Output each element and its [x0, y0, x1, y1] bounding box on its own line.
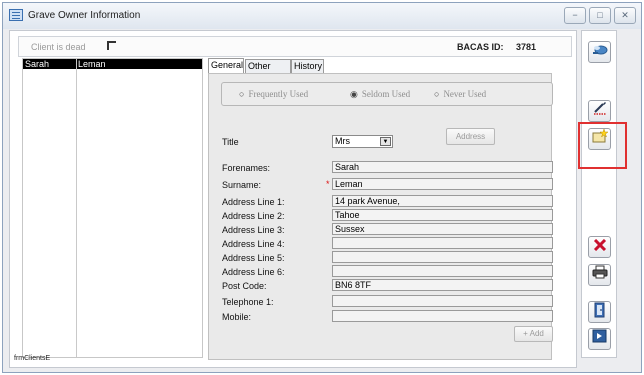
- radio-never-used[interactable]: ○ Never Used: [434, 89, 486, 99]
- new-record-highlight-box: [578, 122, 627, 169]
- address-line-2-field[interactable]: Tahoe: [332, 209, 553, 221]
- search-client-icon: [592, 45, 608, 59]
- address-button[interactable]: Address: [446, 128, 495, 145]
- close-button[interactable]: ✕: [614, 7, 636, 24]
- address-line-1-field[interactable]: 14 park Avenue,: [332, 195, 553, 207]
- radio-empty-icon: ○: [434, 89, 440, 99]
- title-label: Title: [222, 137, 239, 147]
- mobile-field[interactable]: [332, 310, 553, 322]
- telephone-1-field[interactable]: [332, 295, 553, 307]
- form-body: Client is dead BACAS ID: 3781 Sarah Lema…: [9, 30, 577, 368]
- title-select[interactable]: Mrs ▼: [332, 135, 393, 148]
- telephone-1-label: Telephone 1:: [222, 297, 274, 307]
- delete-x-icon: [593, 238, 607, 254]
- post-code-label: Post Code:: [222, 281, 267, 291]
- delete-button[interactable]: [588, 236, 611, 258]
- maximize-button[interactable]: □: [589, 7, 611, 24]
- radio-label: Never Used: [443, 89, 487, 99]
- tab-other-info[interactable]: Other Info: [245, 59, 291, 83]
- close-form-button[interactable]: [588, 328, 611, 350]
- edit-button[interactable]: [588, 100, 611, 122]
- bacas-id-value: 3781: [516, 42, 537, 52]
- radio-frequently-used[interactable]: ○ Frequently Used: [239, 89, 308, 99]
- client-list-row[interactable]: Sarah Leman: [23, 59, 202, 69]
- search-client-button[interactable]: [588, 41, 611, 63]
- radio-empty-icon: ○: [239, 89, 245, 99]
- post-code-field[interactable]: BN6 8TF: [332, 279, 553, 291]
- radio-filled-icon: ◉: [350, 89, 358, 99]
- radio-seldom-used[interactable]: ◉ Seldom Used: [350, 89, 410, 100]
- print-icon: [592, 265, 608, 282]
- address-line-6-label: Address Line 6:: [222, 267, 285, 277]
- list-column-divider: [76, 59, 77, 357]
- client-dead-checkbox[interactable]: [107, 41, 116, 50]
- surname-field[interactable]: Leman: [332, 178, 553, 190]
- tab-history[interactable]: History: [291, 59, 324, 73]
- client-list[interactable]: Sarah Leman: [22, 58, 203, 358]
- address-line-4-label: Address Line 4:: [222, 239, 285, 249]
- form-app-icon: [9, 9, 23, 21]
- edit-pencil-icon: [592, 102, 608, 118]
- surname-label: Surname:: [222, 180, 262, 190]
- address-line-6-field[interactable]: [332, 265, 553, 277]
- required-asterisk: *: [326, 179, 330, 189]
- grave-owner-window: Grave Owner Information − □ ✕ Client is …: [2, 2, 642, 373]
- close-form-icon: [592, 329, 608, 346]
- address-line-3-label: Address Line 3:: [222, 225, 285, 235]
- client-forename: Sarah: [25, 59, 50, 69]
- form-name-label: frmClientsE: [14, 355, 51, 362]
- title-select-value: Mrs: [335, 136, 350, 146]
- client-surname: Leman: [78, 59, 106, 69]
- address-line-3-field[interactable]: Sussex: [332, 223, 553, 235]
- client-status-strip: Client is dead BACAS ID: 3781: [18, 36, 572, 57]
- address-line-1-label: Address Line 1:: [222, 197, 285, 207]
- bacas-id-label: BACAS ID:: [457, 42, 504, 52]
- address-line-4-field[interactable]: [332, 237, 553, 249]
- exit-button[interactable]: [588, 301, 611, 323]
- chevron-down-icon[interactable]: ▼: [380, 137, 391, 146]
- tab-general[interactable]: General: [208, 58, 244, 73]
- radio-label: Seldom Used: [361, 89, 411, 99]
- print-button[interactable]: [588, 264, 611, 286]
- forenames-label: Forenames:: [222, 163, 271, 173]
- address-line-5-label: Address Line 5:: [222, 253, 285, 263]
- forenames-field[interactable]: Sarah: [332, 161, 553, 173]
- exit-door-icon: [592, 302, 608, 321]
- right-toolbar: [581, 30, 617, 358]
- window-title: Grave Owner Information: [28, 10, 141, 21]
- usage-radio-group: ○ Frequently Used ◉ Seldom Used ○ Never Use…: [221, 82, 553, 106]
- general-tab-panel: ○ Frequently Used ◉ Seldom Used ○ Never Use…: [208, 73, 553, 360]
- minimize-button[interactable]: −: [564, 7, 586, 24]
- address-line-2-label: Address Line 2:: [222, 211, 285, 221]
- add-button[interactable]: + Add: [514, 326, 553, 342]
- address-line-5-field[interactable]: [332, 251, 553, 263]
- radio-label: Frequently Used: [248, 89, 309, 99]
- mobile-label: Mobile:: [222, 312, 252, 322]
- client-dead-label: Client is dead: [31, 42, 86, 52]
- title-bar: Grave Owner Information − □ ✕: [3, 3, 641, 29]
